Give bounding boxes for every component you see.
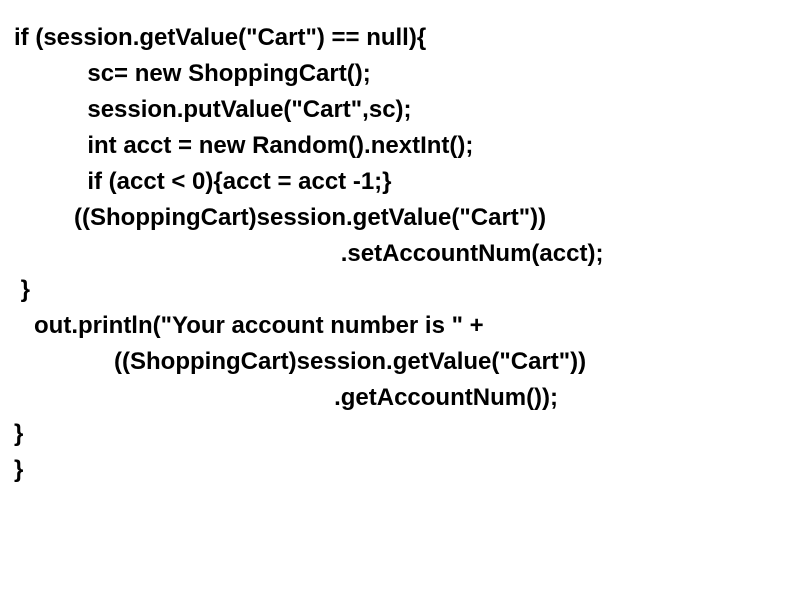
code-line: if (session.getValue("Cart") == null){ [14, 20, 786, 56]
code-line: int acct = new Random().nextInt(); [14, 128, 786, 164]
code-line: ((ShoppingCart)session.getValue("Cart")) [14, 200, 786, 236]
code-line: .getAccountNum()); [14, 380, 786, 416]
code-block: if (session.getValue("Cart") == null){ s… [14, 20, 786, 488]
code-line: session.putValue("Cart",sc); [14, 92, 786, 128]
code-line: .setAccountNum(acct); [14, 236, 786, 272]
code-line: } [14, 272, 786, 308]
code-line: out.println("Your account number is " + [14, 308, 786, 344]
code-line: sc= new ShoppingCart(); [14, 56, 786, 92]
code-line: if (acct < 0){acct = acct -1;} [14, 164, 786, 200]
code-line: } [14, 452, 786, 488]
code-line: ((ShoppingCart)session.getValue("Cart")) [14, 344, 786, 380]
code-line: } [14, 416, 786, 452]
